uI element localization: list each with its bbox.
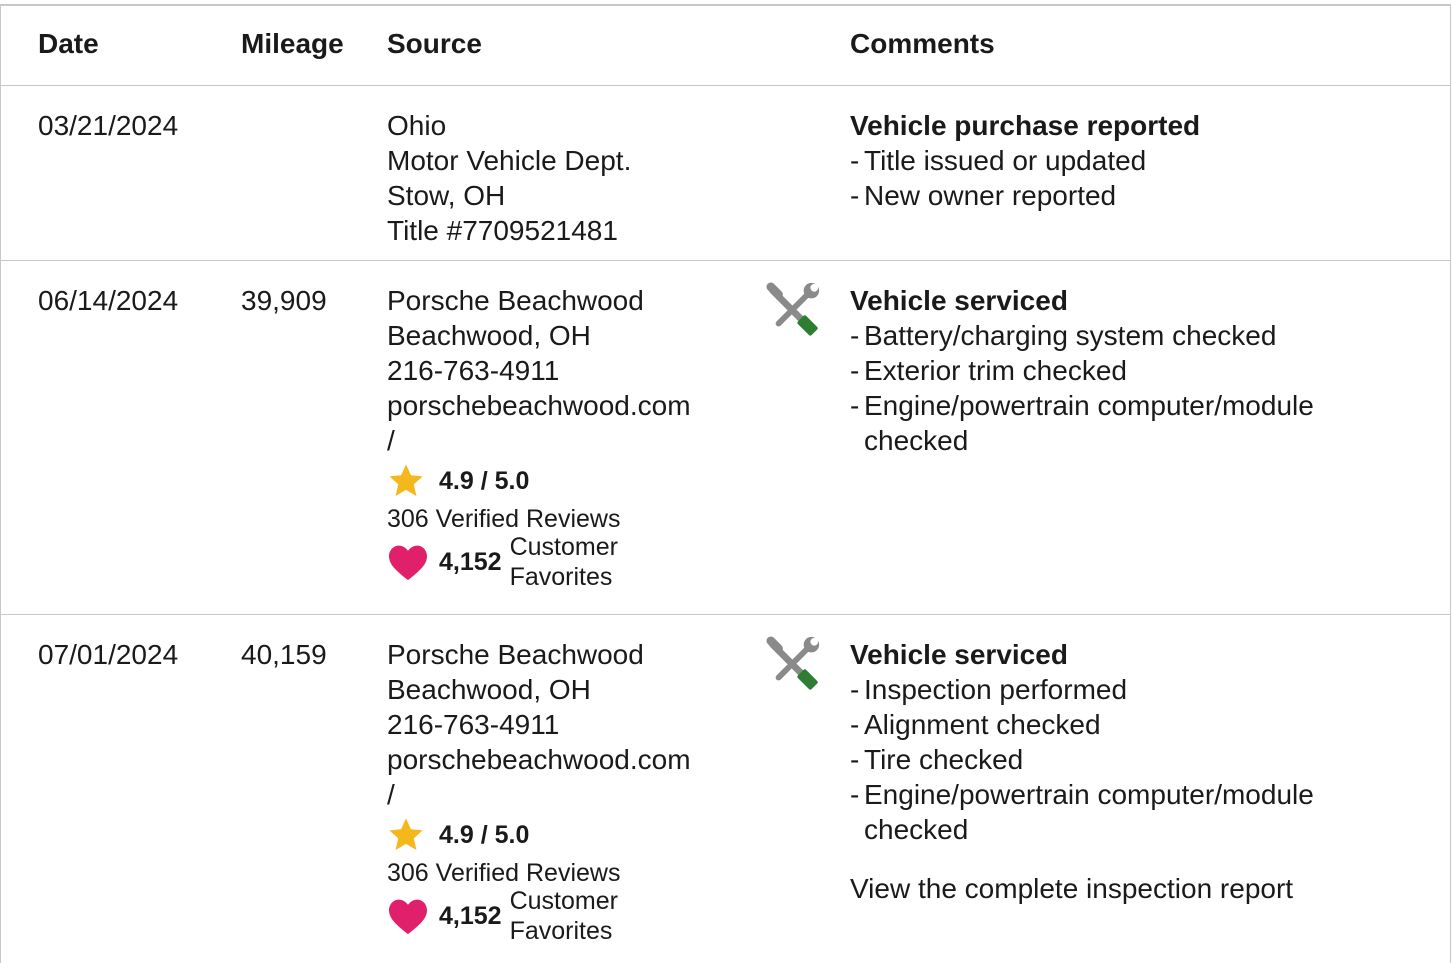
comment-item: - Title issued or updated [850,145,1147,176]
table-row: 07/01/2024 40,159 Porsche Beachwood Beac… [1,615,1450,963]
record-source: Ohio Motor Vehicle Dept. Stow, OH Title … [387,108,631,248]
bullet-dash: - [850,709,860,740]
source-line: Stow, OH [387,180,506,211]
favorites-label: Customer Favorites [509,533,618,591]
bullet-dash: - [850,779,860,810]
dealer-rating[interactable]: 4.9 / 5.0 [387,818,691,852]
record-mileage: 40,159 [241,639,327,670]
record-comments: Vehicle serviced - Inspection performed … [850,637,1404,906]
record-comments: Vehicle serviced - Battery/charging syst… [850,283,1404,458]
comment-item: - Inspection performed [850,674,1128,705]
comment-item: - Battery/charging system checked [850,320,1277,351]
header-comments: Comments [850,28,995,59]
reviews-count[interactable]: 306 Verified Reviews [387,504,691,534]
header-mileage: Mileage [241,28,344,59]
source-line: / [387,425,395,456]
bullet-dash: - [850,355,860,386]
bullet-dash: - [850,674,860,705]
history-table: Date Mileage Source Comments 03/21/2024 … [0,4,1451,963]
dealer-rating[interactable]: 4.9 / 5.0 [387,464,691,498]
star-icon [389,464,423,497]
header-source: Source [387,28,482,59]
source-line: Ohio [387,110,447,141]
bullet-dash: - [850,744,860,775]
source-line: Beachwood, OH [387,320,591,351]
source-line: Title #7709521481 [387,215,618,246]
record-date: 07/01/2024 [38,639,179,670]
star-icon [389,818,423,851]
table-header: Date Mileage Source Comments [1,6,1450,86]
comment-item: - Tire checked [850,744,1024,775]
dealer-website-link[interactable]: porschebeachwood.com [387,388,691,423]
rating-value: 4.9 / 5.0 [439,466,530,495]
service-tools-icon [766,282,820,336]
favorites-count: 4,152 [439,901,502,930]
favorites-label: Customer Favorites [509,887,618,945]
reviews-count[interactable]: 306 Verified Reviews [387,858,691,888]
table-row: 03/21/2024 Ohio Motor Vehicle Dept. Stow… [1,86,1450,261]
comment-item: - Engine/powertrain computer/module chec… [850,390,1314,456]
source-line: Motor Vehicle Dept. [387,145,632,176]
comment-title: Vehicle serviced [850,285,1068,316]
customer-favorites: 4,152 Customer Favorites [387,887,691,945]
heart-icon [389,545,427,581]
comment-item: - Engine/powertrain computer/module chec… [850,779,1314,845]
bullet-dash: - [850,145,860,176]
dealer-phone[interactable]: 216-763-4911 [387,707,691,742]
record-source: Porsche Beachwood Beachwood, OH 216-763-… [387,283,691,591]
record-source: Porsche Beachwood Beachwood, OH 216-763-… [387,637,691,945]
dealer-name-link[interactable]: Porsche Beachwood [387,637,691,672]
bullet-dash: - [850,390,860,421]
comment-item: - New owner reported [850,180,1117,211]
record-mileage: 39,909 [241,285,327,316]
comment-item: - Alignment checked [850,709,1101,740]
source-line: Beachwood, OH [387,674,591,705]
record-date: 06/14/2024 [38,285,179,316]
dealer-website-link[interactable]: porschebeachwood.com [387,742,691,777]
bullet-dash: - [850,320,860,351]
dealer-phone[interactable]: 216-763-4911 [387,353,691,388]
bullet-dash: - [850,180,860,211]
customer-favorites: 4,152 Customer Favorites [387,533,691,591]
favorites-count: 4,152 [439,547,502,576]
comment-item: - Exterior trim checked [850,355,1127,386]
header-date: Date [38,28,99,59]
dealer-name-link[interactable]: Porsche Beachwood [387,283,691,318]
inspection-report-link[interactable]: View the complete inspection report [850,871,1404,906]
service-tools-icon [766,636,820,690]
table-row: 06/14/2024 39,909 Porsche Beachwood Beac… [1,261,1450,615]
record-comments: Vehicle purchase reported - Title issued… [850,108,1404,213]
comment-title: Vehicle purchase reported [850,110,1201,141]
rating-value: 4.9 / 5.0 [439,820,530,849]
source-line: / [387,779,395,810]
comment-title: Vehicle serviced [850,639,1068,670]
heart-icon [389,899,427,935]
record-date: 03/21/2024 [38,110,179,141]
